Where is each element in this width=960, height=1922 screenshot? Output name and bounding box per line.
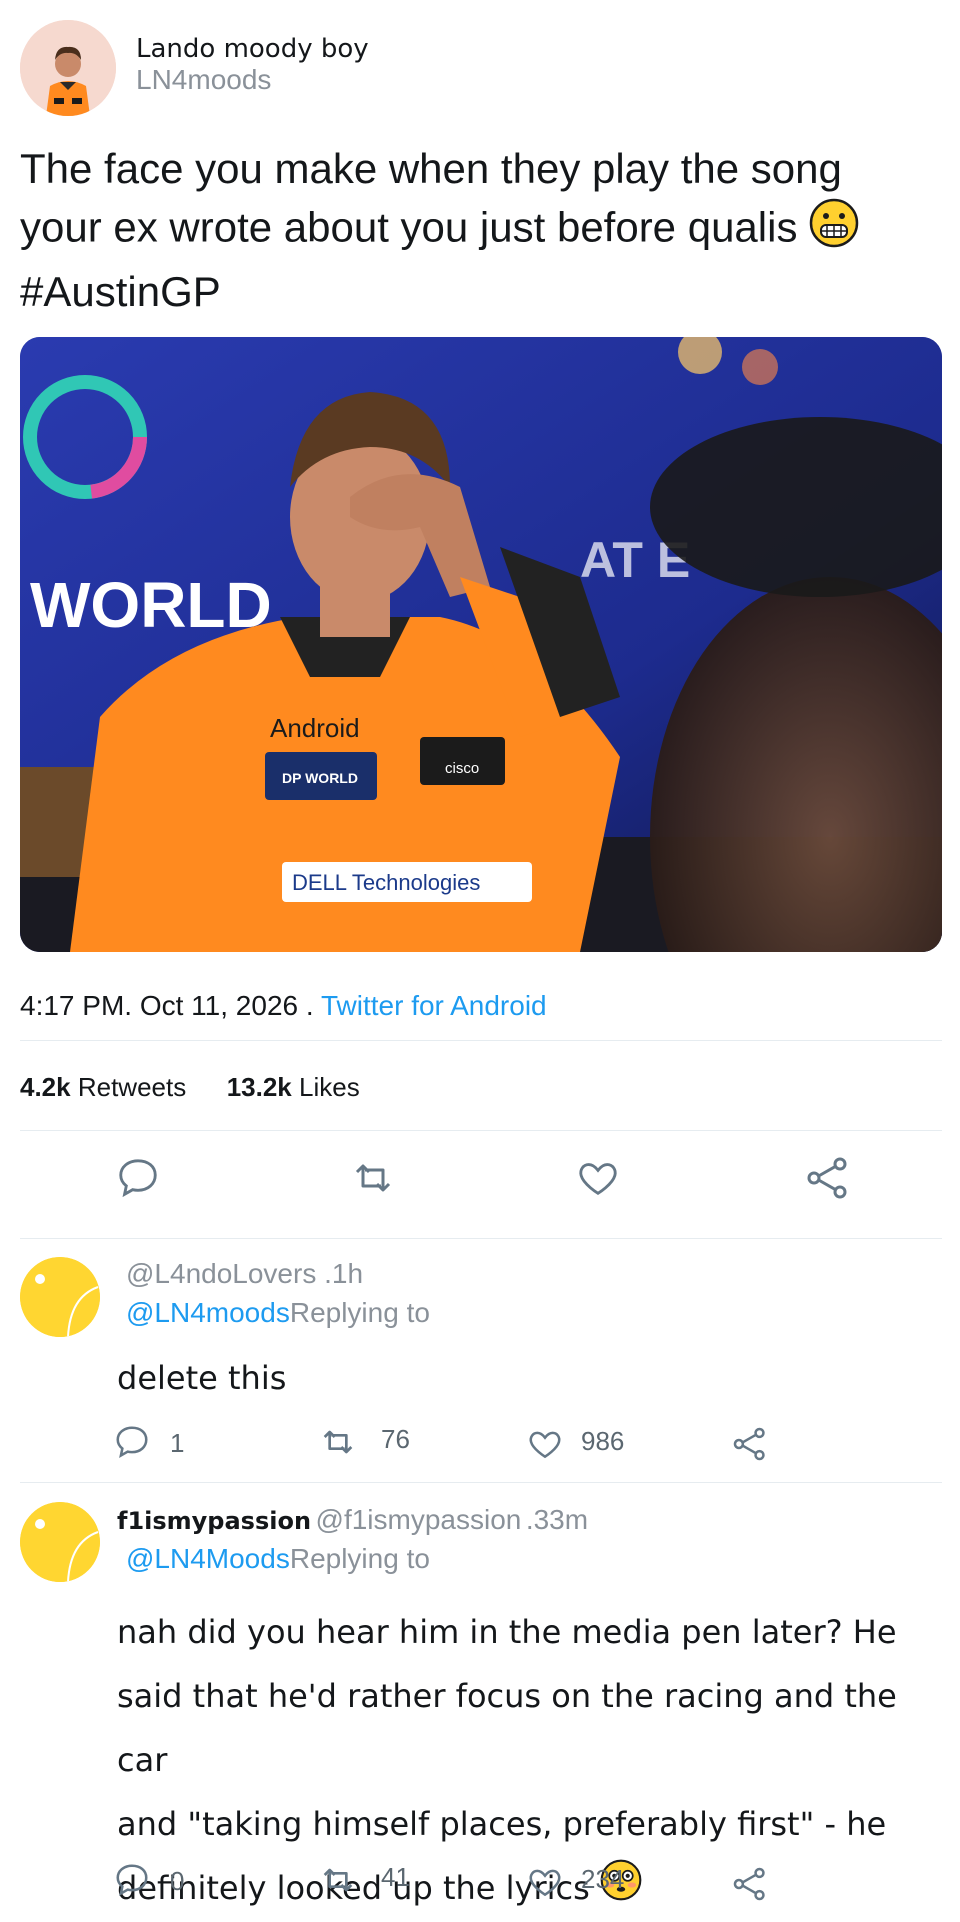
like-button[interactable]: [570, 1150, 626, 1206]
reply-mention[interactable]: @LN4moods: [126, 1297, 290, 1328]
retweet-icon: [323, 1868, 353, 1892]
like-icon: [529, 1869, 561, 1897]
tweet-photo[interactable]: WORLD AT E Android DP WORLD cisco DELL T…: [20, 337, 942, 952]
likes-count[interactable]: 13.2k: [227, 1072, 292, 1102]
reply-comment-count: 0: [170, 1866, 185, 1896]
reply-like-count: 986: [581, 1426, 625, 1456]
tweet-text-line-2-text: your ex wrote about you just before qual…: [20, 203, 798, 251]
reply-age: .1h: [324, 1258, 364, 1289]
retweet-icon: [323, 1430, 353, 1454]
retweet-icon: [355, 1164, 391, 1192]
reply-retweet-count: 76: [381, 1424, 410, 1454]
reply-handle-line: @L4ndoLovers .1h: [126, 1258, 363, 1290]
sponsor-android: Android: [270, 713, 360, 743]
reply-icon: [119, 1159, 157, 1198]
reply-retweet-button[interactable]: [318, 1422, 358, 1462]
reply-handle[interactable]: @L4ndoLovers: [126, 1258, 316, 1289]
tweet-hashtag[interactable]: #AustinGP: [20, 263, 920, 321]
replying-to: @LN4moodsReplying to: [126, 1297, 430, 1329]
retweet-button[interactable]: [345, 1150, 401, 1206]
tweet-stats: 4.2k Retweets 13.2k Likes: [20, 1072, 360, 1103]
reply-handle[interactable]: @f1ismypassion: [316, 1504, 522, 1535]
reply-mention[interactable]: @LN4Moods: [126, 1543, 290, 1574]
reply-body-line: said that he'd rather focus on the racin…: [117, 1677, 897, 1779]
reply-share-button[interactable]: [730, 1424, 770, 1464]
tweet-time: 4:17 PM: [20, 990, 125, 1021]
likes-label[interactable]: Likes: [299, 1072, 360, 1102]
share-icon: [733, 1867, 765, 1901]
like-icon: [529, 1431, 561, 1459]
author-avatar[interactable]: [20, 20, 116, 116]
replying-to-label: Replying to: [289, 1297, 430, 1328]
retweets-label[interactable]: Retweets: [78, 1072, 186, 1102]
reply-age: .33m: [525, 1504, 589, 1535]
reply-display-name[interactable]: f1ismypassion: [117, 1507, 311, 1535]
reply-body: delete this: [117, 1358, 286, 1398]
reply-button[interactable]: [110, 1150, 166, 1206]
tweet-date: Oct 11, 2026: [139, 990, 299, 1021]
retweets-count[interactable]: 4.2k: [20, 1072, 71, 1102]
reply-header: f1ismypassion @f1ismypassion .33m: [117, 1504, 588, 1536]
reply-like-button[interactable]: [525, 1424, 565, 1464]
reply-avatar[interactable]: [20, 1502, 100, 1582]
grimacing-emoji-icon: [809, 198, 859, 263]
divider: [20, 1482, 942, 1483]
reply-retweet-count: 41: [381, 1862, 410, 1892]
replying-to-label: Replying to: [289, 1543, 430, 1574]
divider: [20, 1238, 942, 1239]
author-handle[interactable]: LN4moods: [136, 64, 271, 96]
tweet-text-line-2: your ex wrote about you just before qual…: [20, 198, 920, 263]
divider: [20, 1130, 942, 1131]
reply-body-line: nah did you hear him in the media pen la…: [117, 1613, 897, 1651]
tweet-meta: 4:17 PM. Oct 11, 2026 . Twitter for Andr…: [20, 990, 547, 1021]
replying-to: @LN4MoodsReplying to: [126, 1543, 430, 1575]
tweet-source[interactable]: Twitter for Android: [321, 990, 547, 1021]
reply-body-line: delete this: [117, 1359, 287, 1397]
reply-comment-button[interactable]: [112, 1422, 152, 1462]
reply-retweet-button[interactable]: [318, 1860, 358, 1900]
tennis-ball-avatar-icon: [20, 1257, 100, 1337]
reply-comment-count: 1: [170, 1428, 185, 1458]
reply-avatar[interactable]: [20, 1257, 100, 1337]
share-icon: [807, 1157, 847, 1199]
sponsor-cisco: cisco: [445, 760, 479, 777]
tennis-ball-avatar-icon: [20, 1502, 100, 1582]
tweet-text: The face you make when they play the son…: [20, 140, 920, 321]
reply-like-button[interactable]: [525, 1862, 565, 1902]
author-display-name[interactable]: Lando moody boy: [136, 34, 369, 64]
reply-body-line: and "taking himself places, preferably f…: [117, 1805, 887, 1843]
share-icon: [733, 1427, 765, 1461]
reply-like-count: 234: [581, 1864, 625, 1894]
divider: [20, 1040, 942, 1041]
like-icon: [579, 1163, 617, 1196]
reply-icon: [116, 1426, 148, 1458]
reply-comment-button[interactable]: [112, 1860, 152, 1900]
reply-icon: [116, 1864, 148, 1896]
share-button[interactable]: [800, 1150, 856, 1206]
sponsor-dpworld: DP WORLD: [282, 770, 358, 786]
backdrop-text: WORLD: [30, 569, 272, 641]
reply-share-button[interactable]: [730, 1864, 770, 1904]
sponsor-dell: DELL Technologies: [292, 870, 480, 895]
tweet-text-line-1: The face you make when they play the son…: [20, 145, 842, 192]
